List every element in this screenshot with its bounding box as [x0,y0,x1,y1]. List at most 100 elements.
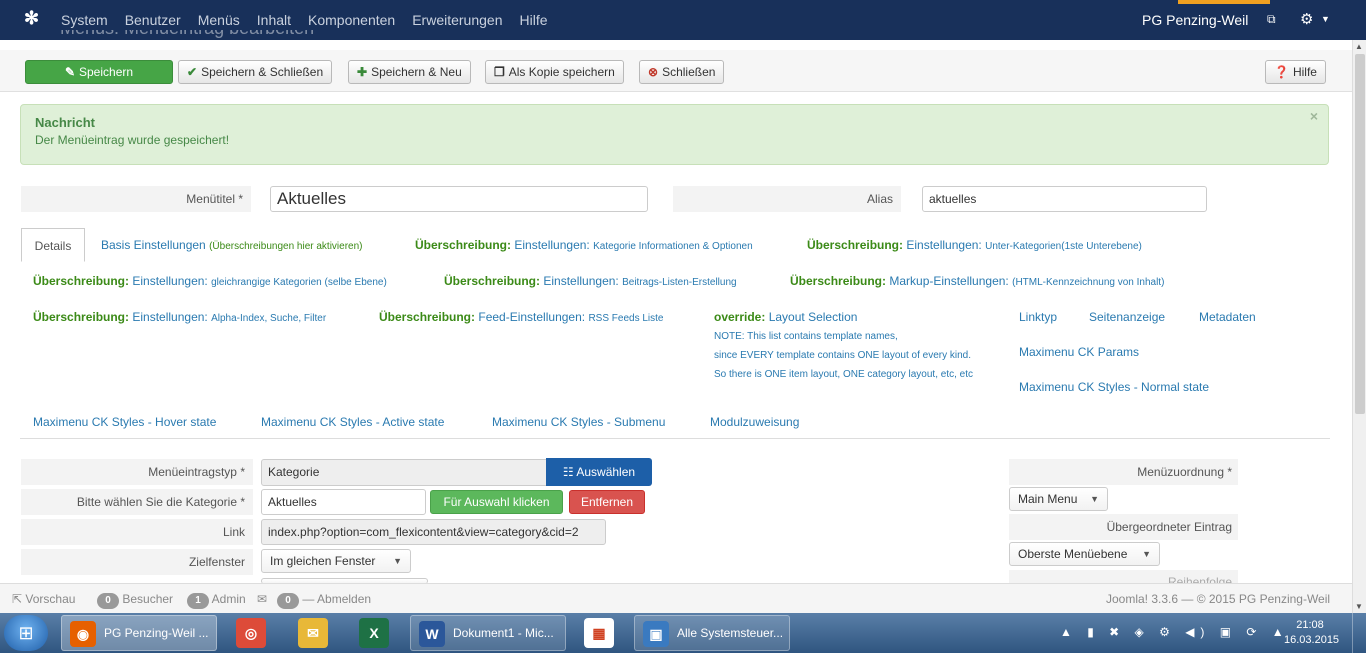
save-new-button[interactable]: ✚ Speichern & Neu [348,60,471,84]
message-heading: Nachricht [35,115,95,130]
windows-taskbar: ⊞ ◉ PG Penzing-Weil ... ◎ ✉ X W Dokument1 … [0,613,1366,653]
vertical-scrollbar[interactable]: ▲ ▼ [1352,40,1366,613]
system-tray[interactable]: ▲ ▮ ✖ ◈ ⚙ ◀) ▣ ⟳ ▲ [1060,625,1290,639]
menu-users[interactable]: Benutzer [125,12,181,28]
tab-maximenu-submenu[interactable]: Maximenu CK Styles - Submenu [492,415,665,429]
outlook-icon[interactable]: ✉ [298,618,328,648]
menu-components[interactable]: Komponenten [308,12,395,28]
show-desktop-button[interactable] [1352,613,1366,653]
note-line: So there is ONE item layout, ONE categor… [714,369,973,380]
close-label: Schließen [662,65,716,79]
version-text: Joomla! 3.3.6 — © 2015 PG Penzing-Weil [1106,592,1331,606]
clock-date: 16.03.2015 [1284,634,1340,646]
alias-input[interactable]: aktuelles [922,186,1207,212]
logout-link[interactable]: Abmelden [317,592,371,606]
remove-category-button[interactable]: Entfernen [569,490,645,514]
tab-sublabel: gleichrangige Kategorien (selbe Ebene) [211,277,387,288]
save-new-label: Speichern & Neu [371,65,462,79]
taskbar-firefox[interactable]: ◉ PG Penzing-Weil ... [61,615,217,651]
visitors-label: Besucher [122,592,174,606]
title-input[interactable]: Aktuelles [270,186,648,212]
scroll-up-icon[interactable]: ▲ [1355,42,1363,51]
tab-linktype[interactable]: Linktyp [1019,310,1057,324]
chrome-icon[interactable]: ◎ [236,618,266,648]
tab-feeds[interactable]: Überschreibung: Feed-Einstellungen: RSS … [379,310,663,324]
save-close-button[interactable]: ✔ Speichern & Schließen [178,60,333,84]
tab-basic-settings[interactable]: Basis Einstellungen (Überschreibungen hi… [101,238,363,252]
menu-system[interactable]: System [61,12,108,28]
override-label: Überschreibung: [790,274,887,288]
tab-sibling-categories[interactable]: Überschreibung: Einstellungen: gleichran… [33,274,387,288]
tab-markup[interactable]: Überschreibung: Markup-Einstellungen: (H… [790,274,1164,288]
external-link-icon[interactable]: ⧉ [1267,12,1276,27]
tab-label: Einstellungen: [514,238,590,252]
menu-assignment-label: Menüzuordnung * [1009,459,1238,485]
success-message: Nachricht Der Menüeintrag wurde gespeich… [20,104,1329,165]
help-label: Hilfe [1292,65,1317,79]
tab-module-assignment[interactable]: Modulzuweisung [710,415,799,429]
page-title: Menüs: Menüeintrag bearbeiten [60,30,314,40]
tab-alpha-index[interactable]: Überschreibung: Einstellungen: Alpha-Ind… [33,310,326,324]
start-button[interactable]: ⊞ [4,615,48,651]
tab-sublabel: (HTML-Kennzeichnung von Inhalt) [1012,277,1165,288]
preview-link[interactable]: ⇱ Vorschau [12,592,75,606]
tab-item-list[interactable]: Überschreibung: Einstellungen: Beitrags-… [444,274,737,288]
apps-grid-icon[interactable]: ▦ [584,618,614,648]
menu-menus[interactable]: Menüs [198,12,240,28]
scroll-down-icon[interactable]: ▼ [1355,602,1363,611]
tab-category-info[interactable]: Überschreibung: Einstellungen: Kategorie… [415,238,753,252]
tab-maximenu-params[interactable]: Maximenu CK Params [1019,345,1139,359]
link-label: Link [21,519,253,545]
type-label: Menüeintragstyp * [21,459,253,485]
tab-layout-selection[interactable]: override: Layout Selection [714,310,857,324]
status-bar: ⇱ Vorschau 0 Besucher 1 Admin ✉ 0 — Abme… [0,583,1352,613]
help-button[interactable]: ❓ Hilfe [1265,60,1326,84]
taskbar-control-panel[interactable]: ▣ Alle Systemsteuer... [634,615,790,651]
save-copy-button[interactable]: ❐ Als Kopie speichern [485,60,624,84]
tab-sublabel: RSS Feeds Liste [588,313,664,324]
menu-help[interactable]: Hilfe [519,12,547,28]
gear-icon[interactable]: ⚙ [1300,10,1313,28]
target-value: Im gleichen Fenster [270,554,376,568]
cancel-icon: ⊗ [648,65,659,79]
tab-sublabel: Kategorie Informationen & Optionen [593,241,753,252]
edit-icon: ✎ [64,65,75,79]
tab-page-display[interactable]: Seitenanzeige [1089,310,1165,324]
control-panel-icon: ▣ [643,621,669,647]
menu-select[interactable]: Main Menu ▼ [1009,487,1108,511]
excel-icon[interactable]: X [359,618,389,648]
messages-status[interactable]: 0 — Abmelden [277,592,371,609]
tab-sublabel: Beitrags-Listen-Erstellung [622,277,737,288]
word-icon: W [419,621,445,647]
category-input[interactable]: Aktuelles [261,489,426,515]
pick-category-button[interactable]: Für Auswahl klicken [430,490,563,514]
close-button[interactable]: ⊗ Schließen [639,60,725,84]
taskbar-word[interactable]: W Dokument1 - Mic... [410,615,566,651]
save-button[interactable]: ✎ Speichern [25,60,173,84]
tab-maximenu-hover[interactable]: Maximenu CK Styles - Hover state [33,415,216,429]
message-text: Der Menüeintrag wurde gespeichert! [35,133,230,147]
chevron-down-icon[interactable]: ▼ [1321,14,1330,24]
target-select[interactable]: Im gleichen Fenster ▼ [261,549,411,573]
choose-type-button[interactable]: ☷ Auswählen [546,458,652,486]
override-label: Überschreibung: [33,310,130,324]
tab-sublabel: Alpha-Index, Suche, Filter [211,313,327,324]
joomla-logo-icon[interactable]: ✻ [24,9,42,27]
tab-maximenu-normal[interactable]: Maximenu CK Styles - Normal state [1019,380,1209,394]
tab-metadata[interactable]: Metadaten [1199,310,1256,324]
menu-content[interactable]: Inhalt [257,12,291,28]
ordering-label: Reihenfolge [1009,570,1238,583]
tab-maximenu-active[interactable]: Maximenu CK Styles - Active state [261,415,444,429]
menu-extensions[interactable]: Erweiterungen [412,12,502,28]
override-label: override: [714,310,766,324]
close-icon[interactable]: × [1310,108,1318,124]
site-name-link[interactable]: PG Penzing-Weil [1142,12,1248,28]
clock[interactable]: 21:08 16.03.2015 [1284,618,1340,648]
tab-details[interactable]: Details [21,228,85,262]
chevron-down-icon: ▼ [1142,549,1151,559]
list-icon: ☷ [562,465,577,479]
target-label: Zielfenster [21,549,253,575]
tab-subcategories[interactable]: Überschreibung: Einstellungen: Unter-Kat… [807,238,1142,252]
scroll-thumb[interactable] [1355,54,1365,414]
parent-select[interactable]: Oberste Menüebene ▼ [1009,542,1160,566]
